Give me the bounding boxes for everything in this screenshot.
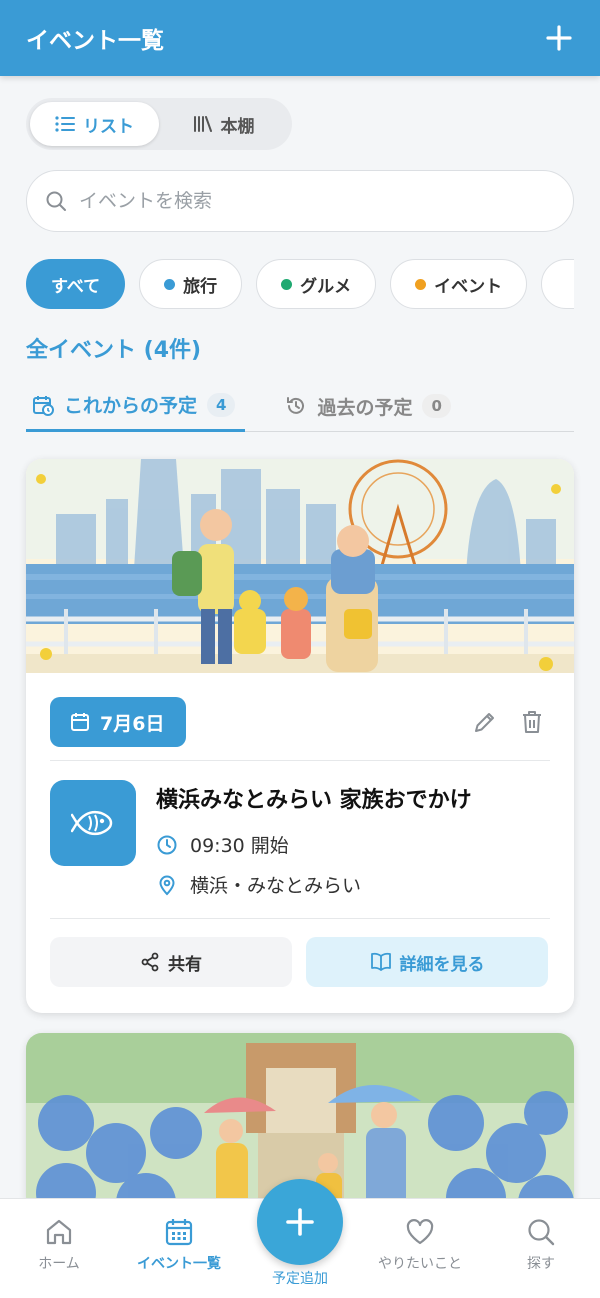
search-bar	[26, 170, 574, 232]
share-button[interactable]: 共有	[50, 937, 292, 987]
shelf-view-button[interactable]: 本棚	[159, 102, 288, 146]
plus-icon	[286, 1208, 314, 1236]
tab-upcoming-label: これからの予定	[64, 395, 198, 417]
tab-upcoming-count: 4	[207, 392, 236, 417]
tab-past-count: 0	[422, 394, 451, 418]
nav-wishlist-label: やりたいこと	[378, 1256, 462, 1272]
card-actions	[472, 709, 544, 735]
event-title: 横浜みなとみらい 家族おでかけ	[156, 788, 472, 813]
clock-icon	[157, 835, 177, 854]
page-title: イベント一覧	[26, 28, 164, 54]
nav-home[interactable]: ホーム	[4, 1217, 114, 1273]
event-date: 7月6日	[100, 712, 165, 735]
add-event-fab[interactable]	[257, 1179, 343, 1265]
tab-past-label: 過去の予定	[317, 396, 413, 419]
trash-icon[interactable]	[520, 709, 544, 735]
filter-chip-label: 旅行	[183, 276, 218, 297]
section-title: 全イベント (4件)	[26, 338, 202, 363]
event-card[interactable]: 7月6日 横浜みなとみらい 家族おでかけ 09:30 開始 横浜・みなとみらい …	[26, 459, 574, 1013]
tab-past[interactable]: 過去の予定 0	[279, 380, 456, 432]
location-pin-icon	[159, 875, 175, 895]
filter-chip-all[interactable]: すべて	[26, 259, 126, 309]
view-details-button[interactable]: 詳細を見る	[306, 937, 548, 987]
filter-chip-label: すべて	[51, 276, 101, 297]
heart-icon	[406, 1219, 434, 1245]
event-time: 09:30 開始	[190, 835, 289, 857]
filter-chip-more[interactable]	[541, 259, 574, 309]
event-date-badge: 7月6日	[50, 697, 187, 747]
travel-dot-icon	[164, 278, 176, 290]
list-view-button[interactable]: リスト	[30, 102, 159, 146]
shelf-view-label: 本棚	[220, 116, 255, 137]
filter-chip-event[interactable]: イベント	[390, 259, 528, 309]
event-location: 横浜・みなとみらい	[190, 875, 362, 897]
search-icon	[528, 1219, 555, 1246]
history-icon	[287, 397, 305, 414]
category-badge	[50, 780, 136, 866]
app-bar: イベント一覧	[0, 0, 600, 76]
add-event-label: 予定追加	[272, 1271, 328, 1287]
search-input[interactable]	[79, 190, 539, 212]
card-divider	[50, 760, 550, 761]
filter-chip-gourmet[interactable]: グルメ	[256, 259, 377, 309]
event-location-row: 横浜・みなとみらい	[156, 871, 361, 898]
calendar-icon	[71, 713, 89, 731]
tab-upcoming[interactable]: これからの予定 4	[26, 380, 246, 432]
event-time-row: 09:30 開始	[156, 831, 289, 858]
book-icon	[370, 952, 391, 971]
bookshelf-icon	[193, 116, 212, 132]
nav-wishlist[interactable]: やりたいこと	[365, 1217, 475, 1273]
event-dot-icon	[415, 278, 427, 290]
list-view-label: リスト	[83, 116, 134, 137]
view-toggle: リスト 本棚	[26, 98, 292, 150]
event-cover-image	[26, 459, 574, 673]
nav-home-label: ホーム	[38, 1256, 80, 1272]
edit-icon[interactable]	[472, 709, 498, 735]
search-icon	[46, 191, 66, 211]
share-label: 共有	[168, 954, 202, 975]
schedule-tabs: これからの予定 4 過去の予定 0	[26, 380, 574, 432]
card-divider	[50, 918, 550, 919]
nav-explore[interactable]: 探す	[486, 1217, 596, 1273]
plus-icon[interactable]	[544, 23, 574, 53]
share-icon	[141, 952, 159, 972]
nav-explore-label: 探す	[527, 1256, 555, 1272]
nav-events[interactable]: イベント一覧	[124, 1217, 234, 1273]
fish-icon	[71, 810, 113, 836]
view-details-label: 詳細を見る	[399, 954, 485, 975]
filter-chip-travel[interactable]: 旅行	[139, 259, 243, 309]
home-icon	[46, 1219, 72, 1245]
gourmet-dot-icon	[281, 278, 293, 290]
calendar-clock-icon	[33, 395, 54, 416]
filter-chip-label: グルメ	[300, 276, 352, 297]
category-filters: すべて 旅行 グルメ イベント	[26, 259, 574, 311]
list-icon	[55, 116, 75, 132]
nav-events-label: イベント一覧	[137, 1256, 221, 1272]
filter-chip-label: イベント	[434, 276, 503, 297]
calendar-icon	[165, 1219, 193, 1246]
